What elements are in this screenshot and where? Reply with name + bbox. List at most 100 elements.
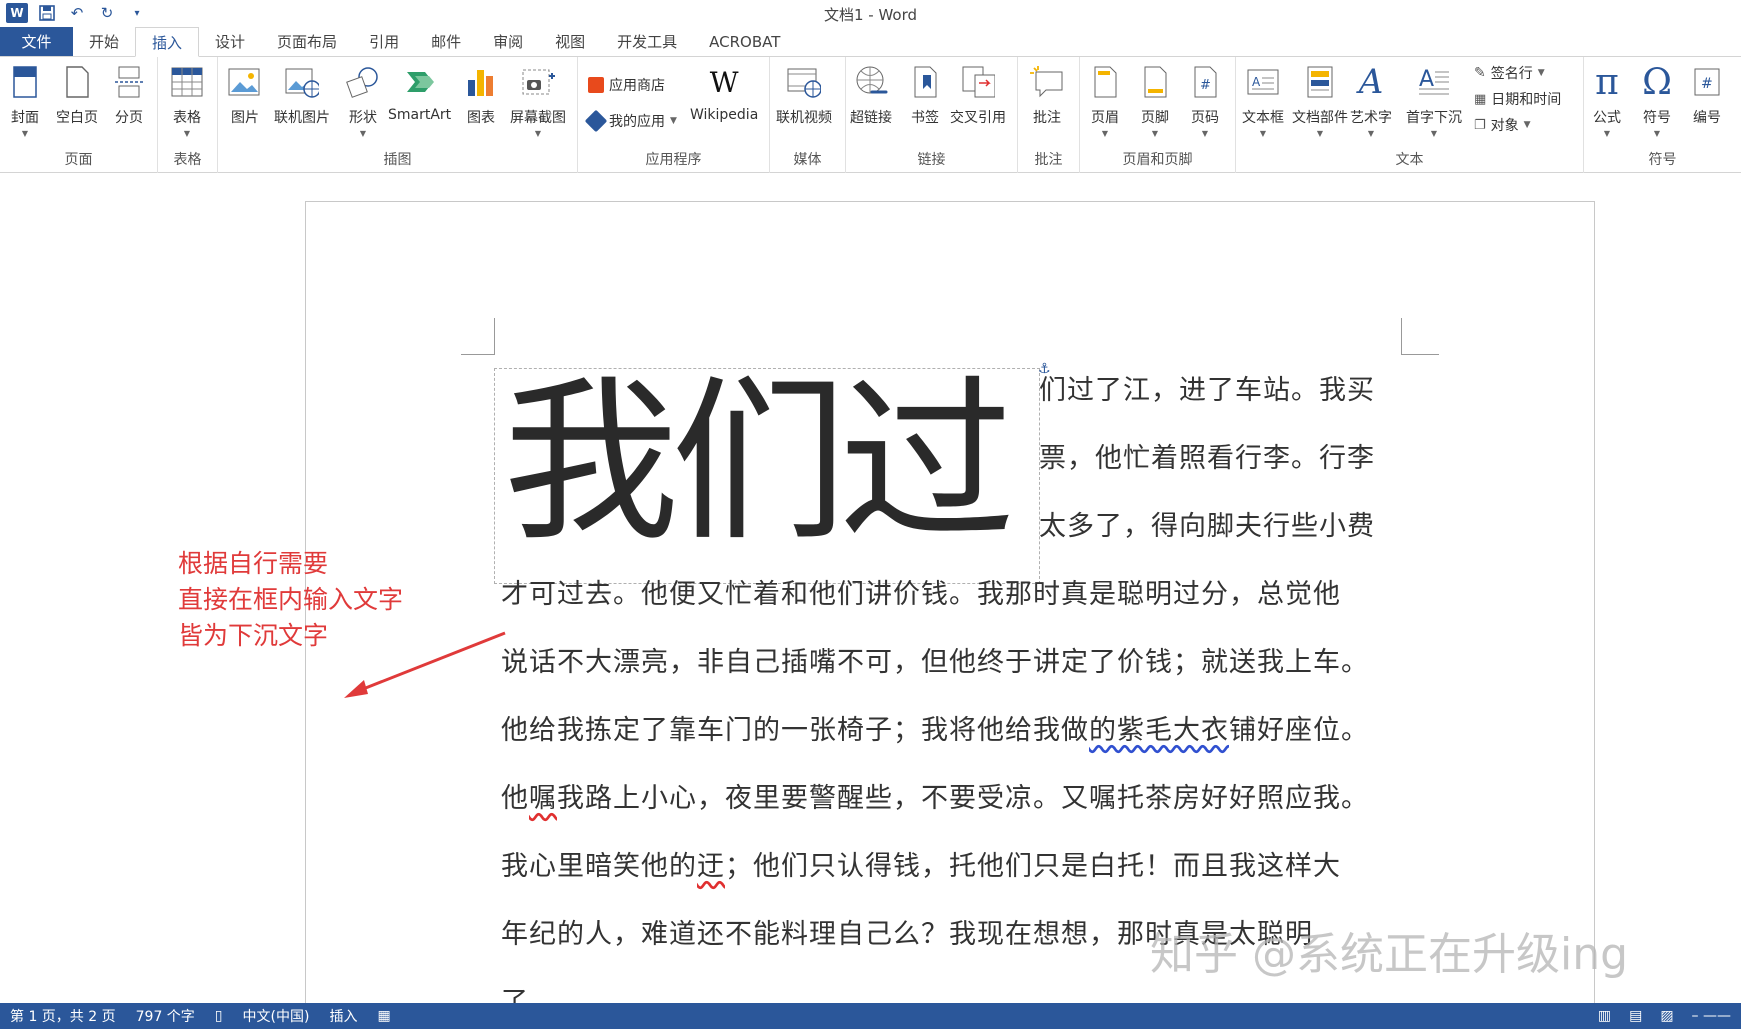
text-line[interactable]: 太多了，得向脚夫行些小费 — [1039, 504, 1375, 543]
spelling-flagged-text[interactable]: 嘱 — [529, 783, 557, 814]
page-break-icon — [112, 63, 146, 101]
tab-design[interactable]: 设计 — [199, 27, 261, 56]
text-line[interactable]: 才可过去。他便又忙着和他们讲价钱。我那时真是聪明过分，总觉他 — [501, 572, 1341, 611]
cover-page-button[interactable]: 封面 ▼ — [8, 63, 42, 138]
object-dropdown-icon: ▼ — [1523, 120, 1531, 130]
number-button[interactable]: # 编号 — [1690, 63, 1724, 127]
tab-home[interactable]: 开始 — [73, 27, 135, 56]
group-label-comments: 批注 — [1034, 152, 1063, 168]
document-page[interactable]: 我们过 ⚓ 们过了江，进了车站。我买 票，他忙着照看行李。行李 太多了，得向脚夫… — [305, 201, 1595, 1029]
symbol-button[interactable]: Ω 符号 ▼ — [1640, 61, 1674, 139]
margin-corner-left — [461, 318, 495, 355]
signature-line-button[interactable]: ✎ 签名行 ▼ — [1474, 63, 1545, 83]
spelling-flagged-text[interactable]: 迂 — [697, 851, 725, 882]
online-picture-button[interactable]: 联机图片 — [274, 63, 330, 127]
print-layout-icon[interactable]: ▤ — [1629, 1008, 1642, 1024]
text-line[interactable]: 他嘱我路上小心，夜里要警醒些，不要受凉。又嘱托茶房好好照应我。 — [501, 776, 1369, 815]
group-tables: 表格 ▼ 表格 — [158, 57, 218, 173]
screenshot-button[interactable]: 屏幕截图 ▼ — [510, 63, 566, 138]
tab-view[interactable]: 视图 — [539, 27, 601, 56]
calendar-icon: ▦ — [1474, 91, 1487, 107]
store-icon — [588, 77, 604, 93]
proofing-icon[interactable]: ▯ — [205, 1008, 233, 1024]
title-bar: W ↶ ↻ ▾ 文档1 - Word — [0, 0, 1741, 27]
group-label-text: 文本 — [1395, 152, 1424, 168]
tab-insert[interactable]: 插入 — [135, 27, 200, 57]
tab-mailings[interactable]: 邮件 — [415, 27, 477, 56]
comment-button[interactable]: 批注 — [1030, 63, 1064, 127]
chart-button[interactable]: 图表 — [464, 63, 498, 127]
status-bar: 第 1 页，共 2 页 797 个字 ▯ 中文(中国) 插入 ▦ ▥ ▤ ▨ –… — [0, 1003, 1741, 1029]
group-illustrations: 图片 联机图片 形状 ▼ SmartArt 图表 屏幕截图 ▼ 插图 — [218, 57, 578, 173]
table-icon — [170, 63, 204, 101]
ribbon: 封面 ▼ 空白页 分页 页面 表格 ▼ 表格 图片 联机图片 形状 ▼ Smar… — [0, 57, 1741, 173]
annotation-note: 根据自行需要 直接在框内输入文字 皆为下沉文字 — [178, 549, 404, 650]
dropcap-icon: A — [1417, 63, 1451, 101]
group-label-pages: 页面 — [64, 152, 93, 168]
hyperlink-icon — [854, 63, 888, 101]
dropcap-text[interactable]: 我们过 — [503, 355, 1015, 571]
zoom-slider[interactable]: – —— — [1692, 1008, 1731, 1024]
tab-layout[interactable]: 页面布局 — [261, 27, 353, 56]
insert-mode[interactable]: 插入 — [319, 1006, 367, 1026]
read-mode-icon[interactable]: ▥ — [1598, 1008, 1611, 1024]
online-video-button[interactable]: 联机视频 — [776, 63, 832, 127]
quick-parts-button[interactable]: 文档部件 ▼ — [1292, 63, 1348, 138]
date-time-button[interactable]: ▦ 日期和时间 — [1474, 89, 1561, 109]
equation-button[interactable]: π 公式 ▼ — [1590, 62, 1624, 139]
online-video-icon — [787, 63, 821, 101]
language-indicator[interactable]: 中文(中国) — [233, 1006, 320, 1026]
wordart-button[interactable]: A 艺术字 ▼ — [1350, 62, 1392, 138]
macro-icon[interactable]: ▦ — [367, 1008, 400, 1024]
footer-button[interactable]: 页脚 ▼ — [1138, 63, 1172, 138]
comment-icon — [1030, 63, 1064, 101]
group-label-symbols: 符号 — [1648, 152, 1677, 168]
group-label-header-footer: 页眉和页脚 — [1122, 152, 1193, 168]
wikipedia-button[interactable]: W Wikipedia — [690, 63, 758, 124]
window-title: 文档1 - Word — [823, 6, 918, 24]
my-apps-icon — [584, 109, 608, 133]
grammar-flagged-text[interactable]: 的紫毛大衣 — [1089, 715, 1229, 746]
page-number-button[interactable]: # 页码 ▼ — [1188, 63, 1222, 138]
text-line[interactable]: 票，他忙着照看行李。行李 — [1039, 436, 1375, 475]
bookmark-button[interactable]: 书签 — [908, 63, 942, 127]
hyperlink-button[interactable]: 超链接 — [850, 63, 892, 127]
web-layout-icon[interactable]: ▨ — [1660, 1008, 1673, 1024]
wikipedia-icon: W — [709, 65, 739, 99]
online-picture-icon — [285, 63, 319, 101]
dropcap-button[interactable]: A 首字下沉 ▼ — [1406, 63, 1462, 138]
picture-button[interactable]: 图片 — [228, 63, 262, 127]
page-count[interactable]: 第 1 页，共 2 页 — [0, 1006, 126, 1026]
tab-developer[interactable]: 开发工具 — [601, 27, 693, 56]
store-button[interactable]: 应用商店 — [588, 75, 665, 95]
wordart-icon: A — [1358, 62, 1384, 102]
group-text: A 文本框 ▼ 文档部件 ▼ A 艺术字 ▼ A 首字下沉 ▼ ✎ 签名行 ▼ ▦ 日期… — [1236, 57, 1584, 173]
page-number-icon: # — [1188, 63, 1222, 101]
text-line[interactable]: 他给我拣定了靠车门的一张椅子；我将他给我做的紫毛大衣铺好座位。 — [501, 708, 1369, 747]
text-line[interactable]: 说话不大漂亮，非自己插嘴不可，但他终于讲定了价钱；就送我上车。 — [501, 640, 1369, 679]
header-button[interactable]: 页眉 ▼ — [1088, 63, 1122, 138]
screenshot-icon — [521, 63, 555, 101]
omega-icon: Ω — [1642, 61, 1672, 103]
cross-reference-icon — [961, 63, 995, 101]
smartart-button[interactable]: SmartArt — [388, 63, 451, 123]
shapes-button[interactable]: 形状 ▼ — [346, 63, 380, 138]
textbox-button[interactable]: A 文本框 ▼ — [1242, 63, 1284, 138]
table-button[interactable]: 表格 ▼ — [170, 63, 204, 138]
dropcap-frame[interactable]: 我们过 — [494, 360, 1040, 584]
text-line[interactable]: 们过了江，进了车站。我买 — [1039, 368, 1375, 407]
word-count[interactable]: 797 个字 — [126, 1006, 205, 1026]
tab-acrobat[interactable]: ACROBAT — [693, 27, 796, 56]
tab-review[interactable]: 审阅 — [477, 27, 539, 56]
page-break-button[interactable]: 分页 — [112, 63, 146, 127]
cross-reference-button[interactable]: 交叉引用 — [950, 63, 1006, 127]
tab-references[interactable]: 引用 — [353, 27, 415, 56]
text-line[interactable]: 我心里暗笑他的迂；他们只认得钱，托他们只是白托！而且我这样大 — [501, 844, 1341, 883]
svg-text:#: # — [1701, 76, 1713, 92]
object-button[interactable]: ❐ 对象 ▼ — [1474, 115, 1531, 135]
my-apps-button[interactable]: 我的应用 ▼ — [584, 109, 677, 133]
blank-page-icon — [60, 63, 94, 101]
signature-dropdown-icon: ▼ — [1537, 68, 1545, 78]
blank-page-button[interactable]: 空白页 — [56, 63, 98, 127]
tab-file[interactable]: 文件 — [0, 27, 73, 56]
